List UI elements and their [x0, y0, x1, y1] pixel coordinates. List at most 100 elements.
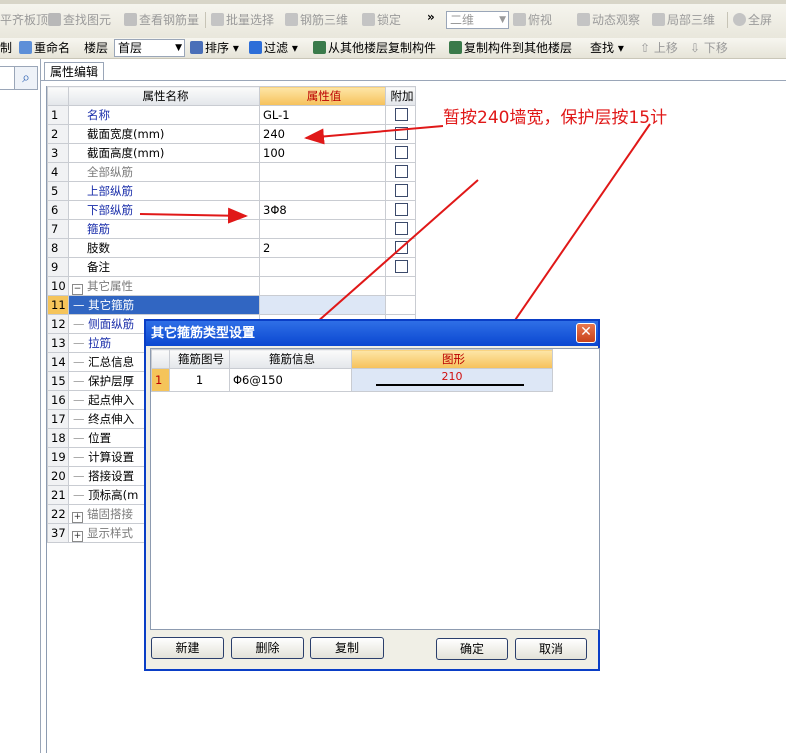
property-value-cell[interactable]	[259, 162, 386, 182]
filter-button[interactable]: 过滤 ▾	[249, 39, 298, 57]
row-number: 15	[47, 371, 69, 391]
property-name-label: 搭接设置	[88, 469, 135, 483]
property-name-cell[interactable]: 全部纵筋	[68, 162, 260, 182]
row-number: 8	[47, 238, 69, 258]
copy-button[interactable]: 复制	[310, 637, 384, 659]
tab-divider	[40, 80, 786, 81]
attach-checkbox[interactable]	[395, 165, 408, 178]
stirrup-info-cell[interactable]: Φ6@150	[229, 368, 352, 392]
row-number: 2	[47, 124, 69, 144]
view-rebar-qty-button[interactable]: 查看钢筋量	[124, 11, 199, 29]
property-name-label: 顶标高(m	[88, 488, 139, 502]
property-name-cell[interactable]: 名称	[68, 105, 260, 125]
property-value-cell[interactable]	[259, 295, 386, 315]
property-value-cell[interactable]: 100	[259, 143, 386, 163]
cancel-button[interactable]: 取消	[515, 638, 587, 660]
property-name-cell[interactable]: 备注	[68, 257, 260, 277]
attach-checkbox[interactable]	[395, 108, 408, 121]
move-down-button[interactable]: ⇩ 下移	[690, 39, 728, 57]
table-row[interactable]: 9 备注	[47, 257, 416, 277]
new-button[interactable]: 新建	[151, 637, 224, 659]
expand-icon[interactable]: +	[72, 530, 83, 542]
property-value-cell[interactable]	[259, 181, 386, 201]
property-value-cell[interactable]	[259, 257, 386, 277]
property-value-cell[interactable]	[259, 276, 386, 296]
rename-label: 重命名	[34, 41, 71, 55]
header-property-name[interactable]: 属性名称	[68, 86, 260, 106]
orbit-icon	[577, 13, 590, 26]
delete-button[interactable]: 删除	[231, 637, 304, 659]
attach-checkbox[interactable]	[395, 260, 408, 273]
expand-icon[interactable]: +	[72, 511, 83, 523]
property-name-cell[interactable]: − 其它属性	[68, 276, 260, 296]
attach-cell	[385, 200, 416, 220]
tab-property-edit[interactable]: 属性编辑	[44, 62, 104, 81]
table-row[interactable]: 4 全部纵筋	[47, 162, 416, 182]
header-shape[interactable]: 图形	[351, 349, 553, 369]
top-view-button[interactable]: 俯视	[513, 11, 552, 29]
property-value-cell[interactable]: GL-1	[259, 105, 386, 125]
dialog-title-bar[interactable]: 其它箍筋类型设置	[146, 321, 598, 346]
search-icon[interactable]: ⌕	[14, 66, 38, 90]
toolbar-cut-item[interactable]: 制	[0, 39, 12, 57]
attach-checkbox[interactable]	[395, 146, 408, 159]
table-row[interactable]: 6 下部纵筋 3Φ8	[47, 200, 416, 220]
table-row[interactable]: 10− 其它属性	[47, 276, 416, 296]
table-row[interactable]: 1 名称 GL-1	[47, 105, 416, 125]
batch-select-button[interactable]: 批量选择	[211, 11, 274, 29]
shape-dimension: 210	[441, 370, 463, 383]
find-element-button[interactable]: 查找图元	[48, 11, 111, 29]
ok-button[interactable]: 确定	[436, 638, 508, 660]
table-row[interactable]: 8 肢数 2	[47, 238, 416, 258]
collapse-icon[interactable]: −	[72, 283, 83, 295]
component-search-input[interactable]	[0, 66, 15, 90]
property-value-cell[interactable]: 3Φ8	[259, 200, 386, 220]
header-stirrup-info[interactable]: 箍筋信息	[229, 349, 352, 369]
fullscreen-button[interactable]: 全屏	[733, 11, 772, 29]
shape-no-cell[interactable]: 1	[169, 368, 230, 392]
toolbar-overflow-icon[interactable]: »	[427, 8, 435, 26]
align-slab-top-button[interactable]: 平齐板顶	[0, 11, 48, 29]
close-icon[interactable]: ✕	[576, 323, 596, 343]
orbit-view-button[interactable]: 动态观察	[577, 11, 640, 29]
property-name-cell[interactable]: 上部纵筋	[68, 181, 260, 201]
attach-checkbox[interactable]	[395, 222, 408, 235]
property-value-cell[interactable]	[259, 219, 386, 239]
header-shape-no[interactable]: 箍筋图号	[169, 349, 230, 369]
move-up-button[interactable]: ⇧ 上移	[640, 39, 678, 57]
attach-checkbox[interactable]	[395, 241, 408, 254]
table-row[interactable]: 1 1 Φ6@150 210	[151, 368, 553, 392]
copy-to-floor-button[interactable]: 复制构件到其他楼层	[449, 39, 572, 57]
table-row[interactable]: 5 上部纵筋	[47, 181, 416, 201]
property-name-cell[interactable]: 肢数	[68, 238, 260, 258]
header-attach[interactable]: 附加	[385, 86, 416, 106]
view-mode-select[interactable]: 二维 ▼	[446, 11, 509, 29]
find-button[interactable]: 查找 ▾	[590, 39, 624, 57]
table-row[interactable]: 7 箍筋	[47, 219, 416, 239]
property-name-cell[interactable]: 截面宽度(mm)	[68, 124, 260, 144]
property-name-cell[interactable]: 箍筋	[68, 219, 260, 239]
property-value-cell[interactable]: 2	[259, 238, 386, 258]
dialog-table-area: 箍筋图号 箍筋信息 图形 1 1 Φ6@150 210	[150, 348, 600, 630]
attach-checkbox[interactable]	[395, 127, 408, 140]
row-number: 1	[47, 105, 69, 125]
floor-select[interactable]: 首层 ▼	[114, 39, 185, 57]
shape-cell[interactable]: 210	[351, 368, 553, 392]
table-row[interactable]: 2 截面宽度(mm) 240	[47, 124, 416, 144]
copy-from-floor-button[interactable]: 从其他楼层复制构件	[313, 39, 436, 57]
sort-button[interactable]: 排序 ▾	[190, 39, 239, 57]
attach-checkbox[interactable]	[395, 203, 408, 216]
property-name-cell[interactable]: 下部纵筋	[68, 200, 260, 220]
attach-checkbox[interactable]	[395, 184, 408, 197]
property-value-cell[interactable]: 240	[259, 124, 386, 144]
rebar-3d-button[interactable]: 钢筋三维	[285, 11, 348, 29]
table-row[interactable]: 3 截面高度(mm) 100	[47, 143, 416, 163]
lock-button[interactable]: 锁定	[362, 11, 401, 29]
property-name-cell[interactable]: 截面高度(mm)	[68, 143, 260, 163]
rename-button[interactable]: 重命名	[19, 39, 70, 57]
header-property-value[interactable]: 属性值	[259, 86, 386, 106]
rebar-qty-icon	[124, 13, 137, 26]
table-row[interactable]: 11— 其它箍筋	[47, 295, 416, 315]
local-3d-button[interactable]: 局部三维	[652, 11, 715, 29]
property-name-cell[interactable]: — 其它箍筋	[68, 295, 260, 315]
